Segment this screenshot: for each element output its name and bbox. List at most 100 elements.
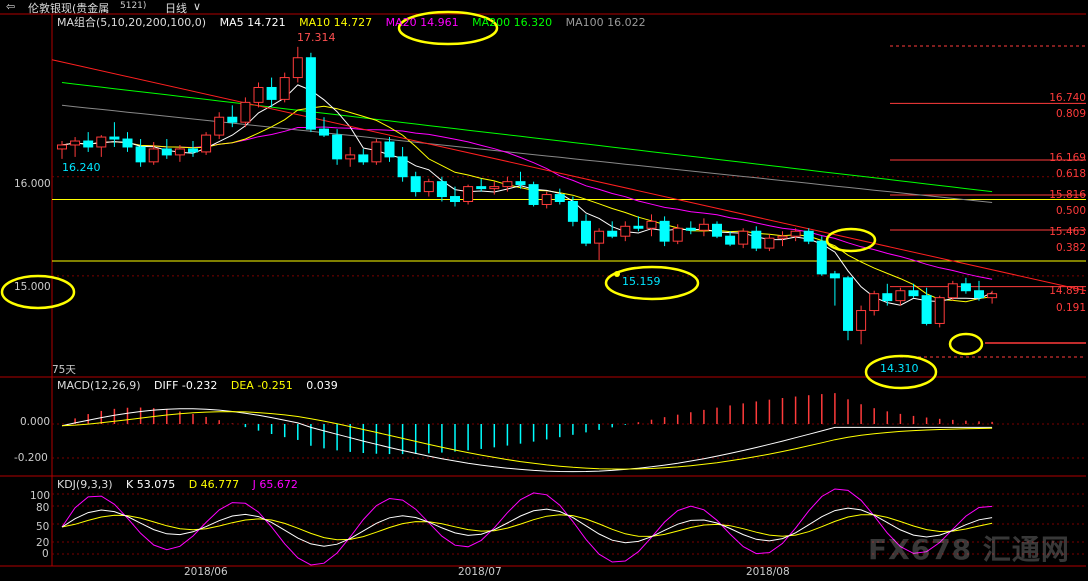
candle-body-68 <box>947 283 958 299</box>
candle-body-17 <box>279 77 290 100</box>
fib-ratio-0191: 0.191 <box>1055 302 1086 314</box>
ma20-label: MA20 14.961 <box>385 16 459 29</box>
candle-body-6 <box>135 146 146 163</box>
ma200-label: MA200 16.320 <box>472 16 553 29</box>
candle-body-16 <box>266 86 277 100</box>
candle-body-11 <box>201 134 212 153</box>
kdj-tick-100: 100 <box>30 490 51 502</box>
candle-body-9 <box>174 148 185 156</box>
fib-ratio-0809: 0.809 <box>1055 108 1086 120</box>
macd-label[interactable]: MACD(12,26,9) <box>57 379 141 392</box>
fib-ratio-0382: 0.382 <box>1055 242 1086 254</box>
kdj-label[interactable]: KDJ(9,3,3) <box>57 478 113 491</box>
candle-body-3 <box>96 136 107 148</box>
ma100-line <box>61 104 993 203</box>
highlight-ma20-touch <box>825 227 877 253</box>
candle-body-10 <box>188 148 198 153</box>
fib-price-0500: 15.816 <box>1049 189 1086 201</box>
candle-body-42 <box>607 230 618 237</box>
macd-legend: MACD(12,26,9) DIFF -0.232 DEA -0.251 0.0… <box>57 379 348 392</box>
candle-body-8 <box>161 148 172 156</box>
title-bar: ⇦ 伦敦银现(贵金属 5121) 日线 ∨ <box>0 0 1088 15</box>
candle-body-37 <box>541 194 552 205</box>
candle-body-41 <box>594 230 605 244</box>
candle-body-30 <box>450 196 460 203</box>
watermark: FX678 汇通网 <box>868 533 1070 566</box>
macd-tick-m02: -0.200 <box>14 452 48 464</box>
highlight-recent-low <box>948 332 984 356</box>
candle-body-67 <box>934 297 945 324</box>
candle-body-29 <box>436 181 447 198</box>
candle-body-24 <box>371 141 382 163</box>
candle-body-4 <box>109 136 120 140</box>
candle-body-56 <box>790 230 801 237</box>
candle-body-27 <box>410 176 421 193</box>
candle-body-38 <box>554 194 565 202</box>
ma-group-label[interactable]: MA组合(5,10,20,200,100,0) <box>57 16 206 29</box>
candle-body-21 <box>332 134 343 160</box>
price-tick-16: 16.000 <box>14 178 51 190</box>
candle-body-46 <box>659 220 670 242</box>
candle-body-52 <box>738 230 749 245</box>
macd-tick-0: 0.000 <box>20 416 51 428</box>
candle-body-34 <box>502 181 513 188</box>
candle-body-69 <box>960 283 971 292</box>
annotation-left-low: 16.240 <box>62 161 101 174</box>
candle-body-61 <box>856 310 867 331</box>
candle-body-45 <box>646 220 657 229</box>
back-arrow-icon[interactable]: ⇦ <box>6 0 15 13</box>
instrument-code: 5121) <box>120 1 147 11</box>
candle-body-20 <box>319 128 329 136</box>
candle-body-43 <box>620 225 631 237</box>
candle-body-64 <box>895 290 906 302</box>
candle-body-65 <box>908 290 919 297</box>
candle-body-28 <box>423 181 434 193</box>
x-label-july: 2018/07 <box>458 566 502 578</box>
candle-body-26 <box>397 156 408 178</box>
candle-body-7 <box>148 148 159 163</box>
trend-line <box>51 59 1087 292</box>
diff-label: DIFF -0.232 <box>154 379 218 392</box>
days-label: 75天 <box>52 364 76 376</box>
candle-body-1 <box>70 140 81 146</box>
candle-body-53 <box>751 230 762 249</box>
ma5-label: MA5 14.721 <box>219 16 286 29</box>
k-label: K 53.075 <box>126 478 176 491</box>
kdj-tick-50: 50 <box>36 521 50 533</box>
candle-body-70 <box>974 290 984 299</box>
candle-body-54 <box>764 237 775 249</box>
dea-label: DEA -0.251 <box>230 379 293 392</box>
fib-price-0382: 15.463 <box>1049 226 1086 238</box>
annotation-mid-low: 15.159 <box>622 275 661 288</box>
candle-body-44 <box>633 225 644 229</box>
fib-price-0191: 14.891 <box>1049 285 1086 297</box>
candle-body-71 <box>987 293 998 299</box>
kdj-tick-0: 0 <box>42 548 49 560</box>
ma-legend: MA组合(5,10,20,200,100,0) MA5 14.721 MA10 … <box>57 14 656 30</box>
candle-body-57 <box>803 230 814 242</box>
candle-body-48 <box>685 227 696 231</box>
candle-body-60 <box>843 277 853 331</box>
chart-canvas <box>0 10 1087 567</box>
candle-body-40 <box>581 220 591 244</box>
candle-body-36 <box>528 184 539 205</box>
candle-body-47 <box>672 227 683 242</box>
annotation-high: 17.314 <box>297 31 336 44</box>
candle-body-33 <box>489 186 500 190</box>
candle-body-2 <box>83 140 94 148</box>
chevron-down-icon[interactable]: ∨ <box>193 0 201 13</box>
x-label-august: 2018/08 <box>746 566 790 578</box>
candle-body-31 <box>463 186 474 202</box>
price-tick-15: 15.000 <box>14 281 51 293</box>
ma100-label: MA100 16.022 <box>565 16 646 29</box>
kdj-legend: KDJ(9,3,3) K 53.075 D 46.777 J 65.672 <box>57 478 308 491</box>
candle-body-55 <box>777 235 788 239</box>
fib-ratio-0500: 0.500 <box>1055 205 1086 217</box>
candle-body-66 <box>921 295 932 324</box>
candle-body-5 <box>122 138 133 148</box>
j-label: J 65.672 <box>252 478 298 491</box>
candle-body-51 <box>725 235 736 245</box>
candle-body-0 <box>57 144 67 150</box>
candle-body-22 <box>345 154 356 160</box>
candle-body-14 <box>240 101 251 123</box>
